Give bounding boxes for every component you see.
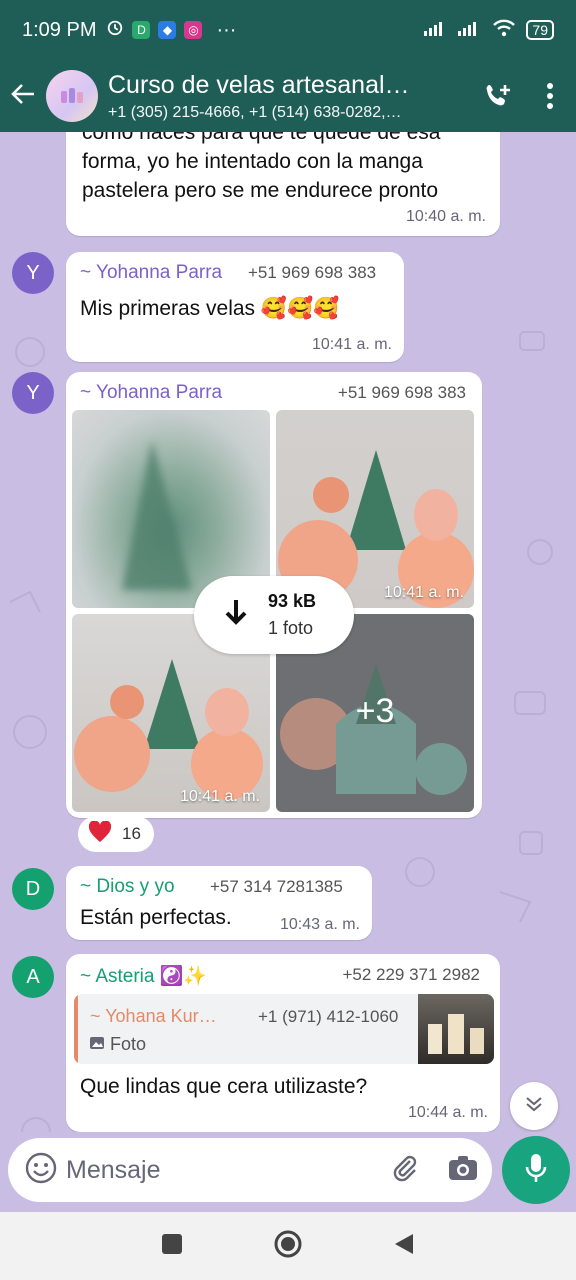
message-timestamp: 10:40 a. m. xyxy=(405,208,486,225)
photo-timestamp: 10:41 a. m. xyxy=(179,788,260,805)
voice-record-button[interactable] xyxy=(502,1136,570,1204)
status-notification-icons: D ◆ ◎ ··· xyxy=(106,18,236,42)
group-avatar[interactable] xyxy=(46,70,98,122)
sender-phone: +51 969 698 383 xyxy=(337,383,466,402)
double-chevron-down-icon xyxy=(524,1094,544,1119)
message-text: Que lindas que cera utilizaste? xyxy=(80,1075,368,1098)
recent-apps-icon[interactable] xyxy=(161,1233,183,1260)
status-time: 1:09 PM xyxy=(22,18,97,41)
message-input[interactable] xyxy=(66,1155,356,1185)
signal-2-icon xyxy=(458,20,482,41)
scroll-to-bottom-button[interactable] xyxy=(510,1082,558,1130)
message-bubble[interactable]: ~ Dios y yo +57 314 7281385 Están perfec… xyxy=(66,866,372,940)
photo-timestamp: 10:41 a. m. xyxy=(383,584,464,601)
message-text-line: forma, yo he intentado con la manga xyxy=(82,150,423,173)
emoji-icon[interactable] xyxy=(24,1151,58,1190)
sender-name[interactable]: ~ Dios y yo xyxy=(80,876,175,898)
sender-phone: +52 229 371 2982 xyxy=(342,965,480,984)
battery-indicator: 79 xyxy=(526,20,554,40)
quote-phone: +1 (971) 412-1060 xyxy=(258,1007,399,1026)
messenger-icon: ◆ xyxy=(158,21,177,39)
sender-phone: +57 314 7281385 xyxy=(210,877,343,896)
chat-title-area[interactable]: Curso de velas artesanal… +1 (305) 215-4… xyxy=(108,71,472,122)
message-text-line: como haces para que te quede de esa xyxy=(82,132,441,144)
sender-avatar[interactable]: Y xyxy=(12,372,54,414)
sender-avatar[interactable]: D xyxy=(12,868,54,910)
wifi-icon xyxy=(492,19,516,42)
photo-icon xyxy=(90,1036,104,1054)
quote-content: Foto xyxy=(90,1034,146,1055)
sender-avatar[interactable]: Y xyxy=(12,252,54,294)
chat-title: Curso de velas artesanal… xyxy=(108,70,410,99)
download-count: 1 foto xyxy=(268,618,314,638)
message-text: Están perfectas. xyxy=(80,906,232,929)
signal-icon xyxy=(424,20,448,41)
whatsapp-business-icon: D xyxy=(132,21,151,39)
more-photos-count: +3 xyxy=(355,692,395,730)
back-nav-icon[interactable] xyxy=(393,1232,415,1261)
quoted-message[interactable]: ~ Yohana Kur… +1 (971) 412-1060 Foto xyxy=(74,994,494,1064)
message-timestamp: 10:43 a. m. xyxy=(279,916,360,933)
download-size: 93 kB xyxy=(268,591,317,611)
message-text: como haces para que te quede de esa form… xyxy=(82,132,492,205)
reaction-count: 16 xyxy=(122,824,141,843)
message-text: Mis primeras velas 🥰🥰🥰 xyxy=(80,297,340,320)
download-icon xyxy=(224,598,248,633)
microphone-icon xyxy=(524,1152,548,1189)
message-timestamp: 10:44 a. m. xyxy=(407,1104,488,1121)
sender-name[interactable]: ~ Yohanna Parra xyxy=(80,382,222,404)
system-navigation-bar xyxy=(0,1212,576,1280)
home-icon[interactable] xyxy=(273,1229,303,1264)
camera-icon[interactable] xyxy=(448,1155,478,1186)
message-timestamp: 10:41 a. m. xyxy=(311,336,392,353)
chat-header: Curso de velas artesanal… +1 (305) 215-4… xyxy=(0,60,576,132)
sender-name[interactable]: ~ Yohanna Parra xyxy=(80,262,222,284)
message-text-line: pastelera pero se me endurece pronto xyxy=(82,179,439,202)
back-arrow-icon[interactable] xyxy=(0,79,46,113)
add-call-icon[interactable] xyxy=(472,70,524,122)
status-bar: 1:09 PM D ◆ ◎ ··· 79 xyxy=(0,0,576,60)
message-bubble[interactable]: ~ Yohanna Parra +51 969 698 383 Mis prim… xyxy=(66,252,404,362)
chat-area[interactable]: como haces para que te quede de esa form… xyxy=(0,132,576,1132)
alarm-icon xyxy=(106,18,124,42)
quote-thumbnail xyxy=(418,994,494,1064)
chat-participants: +1 (305) 215-4666, +1 (514) 638-0282,… xyxy=(108,103,402,121)
instagram-icon: ◎ xyxy=(184,21,203,39)
download-photos-button[interactable]: 93 kB 1 foto xyxy=(194,576,354,654)
quote-sender: ~ Yohana Kur… xyxy=(90,1006,217,1026)
attach-icon[interactable] xyxy=(390,1153,420,1188)
reaction-badge[interactable]: 16 xyxy=(78,816,154,852)
quote-text: Foto xyxy=(110,1034,147,1054)
overflow-menu-icon[interactable] xyxy=(524,70,576,122)
more-notifications-icon: ··· xyxy=(216,18,237,41)
message-composer xyxy=(8,1138,492,1202)
candle-thumbnail-image xyxy=(428,1014,484,1054)
quote-accent-bar xyxy=(74,994,78,1064)
heart-reaction-icon xyxy=(88,819,112,848)
sender-phone: +51 969 698 383 xyxy=(248,263,377,282)
sender-avatar[interactable]: A xyxy=(12,956,54,998)
sender-name[interactable]: ~ Asteria ☯️✨ xyxy=(80,964,207,988)
message-bubble[interactable]: como haces para que te quede de esa form… xyxy=(66,132,500,236)
status-system-icons: 79 xyxy=(424,19,554,42)
